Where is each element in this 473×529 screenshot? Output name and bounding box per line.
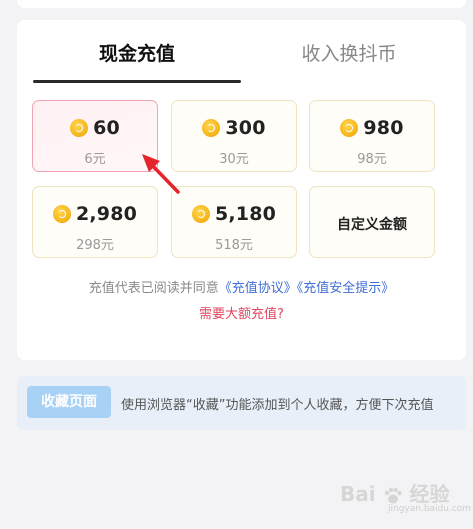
coin-amount: 980 — [363, 117, 404, 139]
tab-income-exchange[interactable]: 收入换抖币 — [245, 34, 453, 82]
package-tile-5180[interactable]: 5,180 518元 — [171, 186, 297, 258]
watermark-text-a: Bai — [340, 482, 376, 506]
package-tile-300[interactable]: 300 30元 — [171, 100, 297, 172]
agreement-text: 充值代表已阅读并同意《充值协议》《充值安全提示》 — [17, 277, 466, 296]
watermark-subtext: jingyan.baidu.com — [388, 504, 472, 514]
custom-amount-label: 自定义金额 — [337, 217, 407, 233]
bookmark-tip-bar: 收藏页面 使用浏览器“收藏”功能添加到个人收藏，方便下次充值 — [17, 376, 466, 430]
red-pointer-arrow-icon — [142, 154, 180, 194]
agreement-prefix: 充值代表已阅读并同意 — [88, 281, 219, 296]
large-recharge-link[interactable]: 需要大额充值? — [17, 303, 466, 322]
package-amount-row: 5,180 — [172, 203, 296, 227]
paw-logo-icon — [384, 487, 402, 503]
safety-tips-link[interactable]: 《充值安全提示》 — [297, 281, 395, 296]
package-amount-row: 60 — [33, 117, 157, 141]
coin-amount: 300 — [225, 117, 266, 139]
top-card-edge — [17, 0, 466, 8]
coin-icon — [191, 205, 210, 223]
custom-amount-tile[interactable]: 自定义金额 — [309, 186, 435, 258]
package-price: 298元 — [76, 238, 114, 253]
bookmark-page-button[interactable]: 收藏页面 — [27, 386, 111, 418]
package-amount-row: 300 — [172, 117, 296, 141]
package-price: 30元 — [219, 152, 249, 167]
coin-amount: 60 — [93, 117, 120, 139]
bookmark-tip-text: 使用浏览器“收藏”功能添加到个人收藏，方便下次充值 — [121, 398, 434, 413]
package-amount-row: 2,980 — [33, 203, 157, 227]
recharge-card: 现金充值 收入换抖币 60 6元 300 30元 980 98元 2,980 2… — [17, 20, 466, 360]
coin-amount: 2,980 — [75, 203, 138, 225]
package-price: 98元 — [357, 152, 387, 167]
package-grid: 60 6元 300 30元 980 98元 2,980 298元 5,180 5… — [32, 100, 437, 275]
coin-icon — [202, 119, 221, 137]
active-tab-indicator — [33, 80, 241, 83]
coin-icon — [340, 119, 359, 137]
package-amount-row: 980 — [310, 117, 434, 141]
coin-amount: 5,180 — [214, 203, 277, 225]
recharge-agreement-link[interactable]: 《充值协议》 — [219, 281, 297, 296]
baidu-jingyan-watermark: Bai 经验 jingyan.baidu.com — [340, 478, 471, 518]
package-tile-980[interactable]: 980 98元 — [309, 100, 435, 172]
coin-icon — [70, 119, 89, 137]
coin-icon — [52, 205, 71, 223]
watermark-text-b: 经验 — [409, 482, 450, 506]
tab-cash-recharge[interactable]: 现金充值 — [33, 34, 241, 82]
package-price: 518元 — [215, 238, 253, 253]
tab-bar: 现金充值 收入换抖币 — [33, 34, 453, 84]
